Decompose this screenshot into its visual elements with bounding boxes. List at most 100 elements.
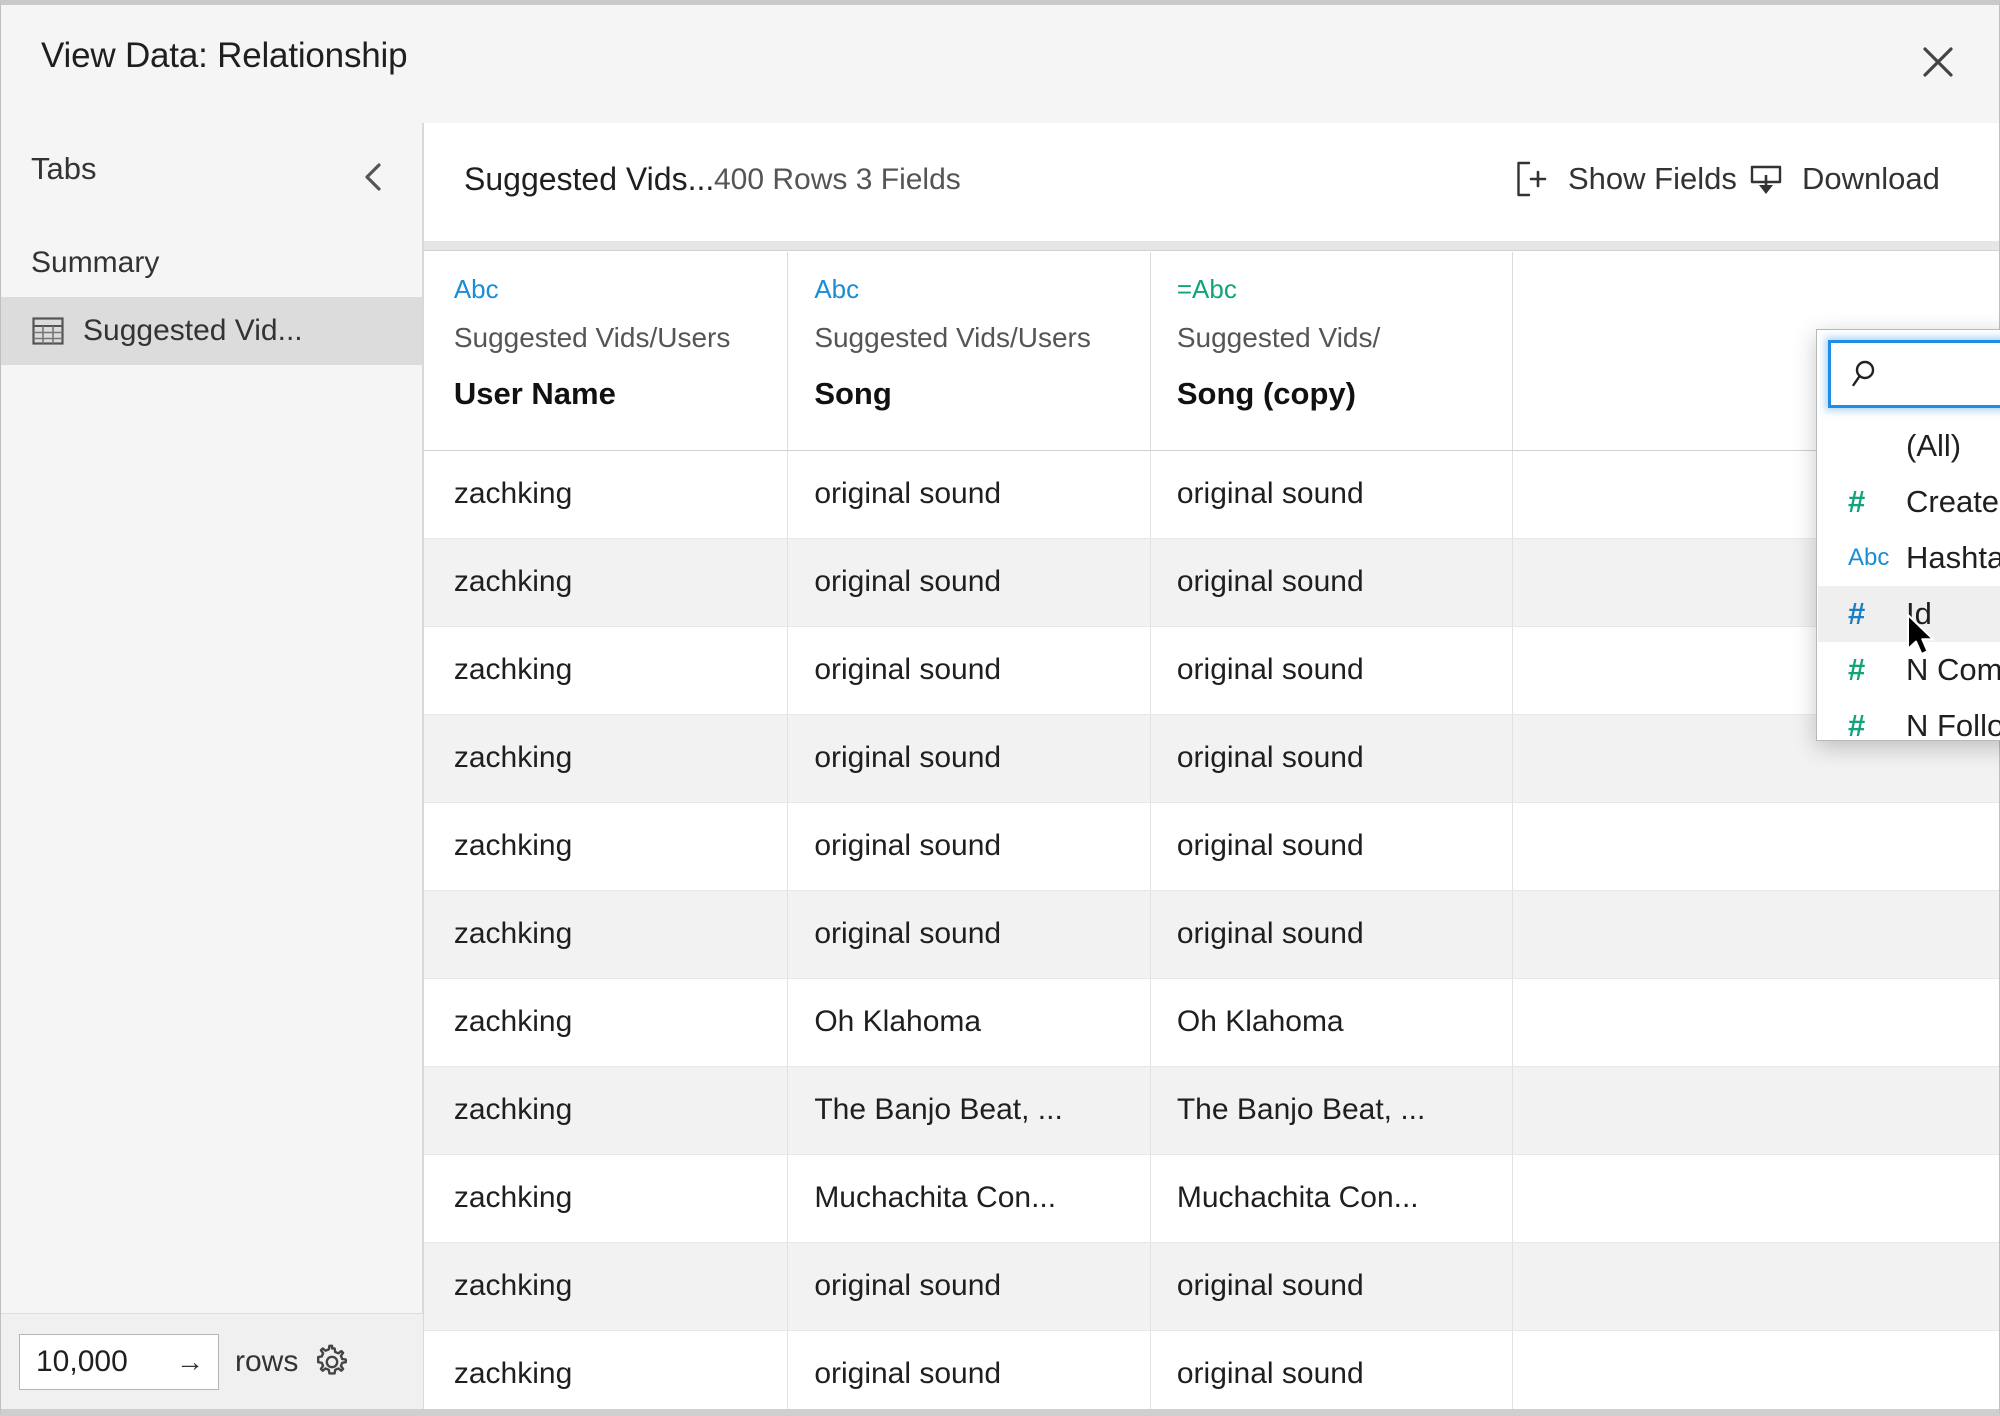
column-source-table: Suggested Vids/ — [1176, 322, 1381, 353]
table-cell[interactable]: original sound — [787, 890, 1151, 979]
show-fields-button[interactable]: Show Fields — [1512, 159, 1737, 199]
sidebar-title: Tabs — [31, 151, 97, 186]
data-grid-scroll[interactable]: Abc Suggested Vids/Users User Name Abc S… — [424, 252, 1999, 1409]
download-button[interactable]: Download — [1746, 159, 1940, 199]
column-header-song[interactable]: Abc Suggested Vids/Users Song — [787, 252, 1151, 451]
table-cell[interactable]: zachking — [427, 714, 789, 803]
table-cell[interactable]: zachking — [427, 802, 789, 891]
fields-search-input[interactable] — [1885, 357, 2000, 391]
sidebar: Tabs Summary Suggested Vid... 10,000 → r… — [1, 123, 423, 1409]
column-type-icon: Abc — [453, 274, 499, 304]
field-option[interactable]: (All) — [1818, 418, 2000, 474]
column-field-name: User Name — [453, 376, 616, 411]
table-row[interactable]: zachking Oh Klahoma Oh Klahoma — [424, 978, 1999, 1067]
table-cell[interactable]: original sound — [787, 1330, 1151, 1409]
table-row[interactable]: zachking original sound original sound — [424, 1242, 1999, 1331]
rows-limit-input[interactable]: 10,000 → — [19, 1333, 219, 1390]
field-option-label: N Comments (Sug Use... — [1906, 652, 2000, 687]
rows-limit-bar: 10,000 → rows — [1, 1313, 423, 1409]
sidebar-collapse-button[interactable] — [349, 153, 397, 201]
field-option[interactable]: # N Comments (Sug Use... — [1818, 642, 2000, 698]
column-source-table: Suggested Vids/Users — [814, 322, 1091, 353]
close-icon — [1923, 47, 1953, 77]
table-cell[interactable]: original sound — [1150, 714, 1514, 803]
table-cell[interactable]: original sound — [787, 1242, 1151, 1331]
table-cell[interactable]: Muchachita Con... — [787, 1154, 1151, 1243]
rows-unit-label: rows — [235, 1344, 299, 1378]
table-cell[interactable]: original sound — [1150, 802, 1514, 891]
table-cell[interactable] — [1512, 1066, 1999, 1155]
table-cell[interactable]: zachking — [427, 1242, 789, 1331]
table-cell[interactable]: zachking — [427, 626, 789, 715]
table-cell[interactable]: zachking — [427, 538, 789, 627]
data-table-container: Abc Suggested Vids/Users User Name Abc S… — [424, 241, 1999, 1409]
table-cell[interactable]: original sound — [1150, 890, 1514, 979]
show-fields-label: Show Fields — [1568, 161, 1737, 196]
table-cell[interactable] — [1512, 802, 1999, 891]
table-row[interactable]: zachking original sound original sound — [424, 626, 1999, 715]
active-table-name: Suggested Vids... — [464, 161, 715, 197]
field-option-label: (All) — [1906, 428, 1962, 463]
table-cell[interactable]: original sound — [787, 802, 1151, 891]
table-cell[interactable]: The Banjo Beat, ... — [787, 1066, 1151, 1155]
table-cell[interactable] — [1512, 1242, 1999, 1331]
field-option[interactable]: # N Followers — [1818, 698, 2000, 738]
table-cell[interactable]: original sound — [787, 714, 1151, 803]
table-cell[interactable]: original sound — [1150, 450, 1514, 539]
table-cell[interactable]: original sound — [1150, 626, 1514, 715]
table-row[interactable]: zachking The Banjo Beat, ... The Banjo Bea… — [424, 1066, 1999, 1155]
table-cell[interactable]: zachking — [427, 1154, 789, 1243]
table-row[interactable]: zachking original sound original sound — [424, 890, 1999, 979]
table-cell[interactable]: original sound — [787, 626, 1151, 715]
table-cell[interactable] — [1512, 1154, 1999, 1243]
gear-icon[interactable] — [312, 1342, 352, 1382]
table-row[interactable]: zachking original sound original sound — [424, 714, 1999, 803]
column-field-name: Song (copy) — [1176, 376, 1356, 411]
view-data-dialog: View Data: Relationship Tabs Summary Sug… — [0, 0, 2000, 1416]
field-option[interactable]: # Id — [1818, 586, 2000, 642]
table-row[interactable]: zachking original sound original sound — [424, 450, 1999, 539]
sidebar-item-label: Suggested Vid... — [83, 314, 303, 347]
table-cell[interactable]: Oh Klahoma — [787, 978, 1151, 1067]
main-pane: Suggested Vids... 400 Rows 3 Fields Show… — [423, 123, 2000, 1409]
table-row[interactable]: zachking Muchachita Con... Muchachita Con.… — [424, 1154, 1999, 1243]
table-cell[interactable] — [1512, 978, 1999, 1067]
table-cell[interactable]: original sound — [1150, 1242, 1514, 1331]
fields-search-wrapper[interactable] — [1828, 340, 2000, 408]
field-option[interactable]: Abc Hashtags — [1818, 530, 2000, 586]
table-cell[interactable] — [1512, 1330, 1999, 1409]
table-cell[interactable] — [1512, 890, 1999, 979]
column-header-song-copy[interactable]: =Abc Suggested Vids/ Song (copy) — [1150, 252, 1514, 451]
sidebar-item-suggested-vids[interactable]: Suggested Vid... — [1, 297, 422, 365]
table-cell[interactable]: Oh Klahoma — [1150, 978, 1514, 1067]
field-option[interactable]: # Create Time — [1818, 474, 2000, 530]
page-title: View Data: Relationship — [41, 36, 408, 75]
table-row[interactable]: zachking original sound original sound — [424, 538, 1999, 627]
column-type-icon: Abc — [814, 274, 860, 304]
close-button[interactable] — [1905, 29, 1971, 95]
table-cell[interactable]: zachking — [427, 450, 789, 539]
table-cell[interactable]: zachking — [427, 1330, 789, 1409]
row-field-count: 400 Rows 3 Fields — [714, 163, 961, 196]
table-cell[interactable]: The Banjo Beat, ... — [1150, 1066, 1514, 1155]
table-cell[interactable]: Muchachita Con... — [1150, 1154, 1514, 1243]
table-icon — [31, 314, 65, 348]
data-table: Abc Suggested Vids/Users User Name Abc S… — [424, 252, 1999, 1409]
sidebar-tab-list: Summary Suggested Vid... — [1, 229, 422, 365]
table-cell[interactable]: original sound — [787, 450, 1151, 539]
table-cell[interactable]: original sound — [1150, 538, 1514, 627]
table-cell[interactable]: zachking — [427, 890, 789, 979]
table-row[interactable]: zachking original sound original sound — [424, 802, 1999, 891]
rows-apply-arrow-icon[interactable]: → — [176, 1347, 204, 1376]
table-cell[interactable]: original sound — [1150, 1330, 1514, 1409]
table-cell[interactable]: zachking — [427, 1066, 789, 1155]
download-label: Download — [1802, 161, 1940, 196]
column-header-user-name[interactable]: Abc Suggested Vids/Users User Name — [427, 252, 789, 451]
sidebar-header: Tabs — [1, 123, 422, 229]
table-header-row: Abc Suggested Vids/Users User Name Abc S… — [424, 252, 1999, 451]
table-cell[interactable]: original sound — [787, 538, 1151, 627]
sidebar-item-summary[interactable]: Summary — [1, 229, 422, 297]
table-cell[interactable]: zachking — [427, 978, 789, 1067]
fields-option-list[interactable]: (All) # Create Time Abc Hashtags # Id # N Commen… — [1818, 418, 2000, 738]
table-row[interactable]: zachking original sound original sound — [424, 1330, 1999, 1409]
